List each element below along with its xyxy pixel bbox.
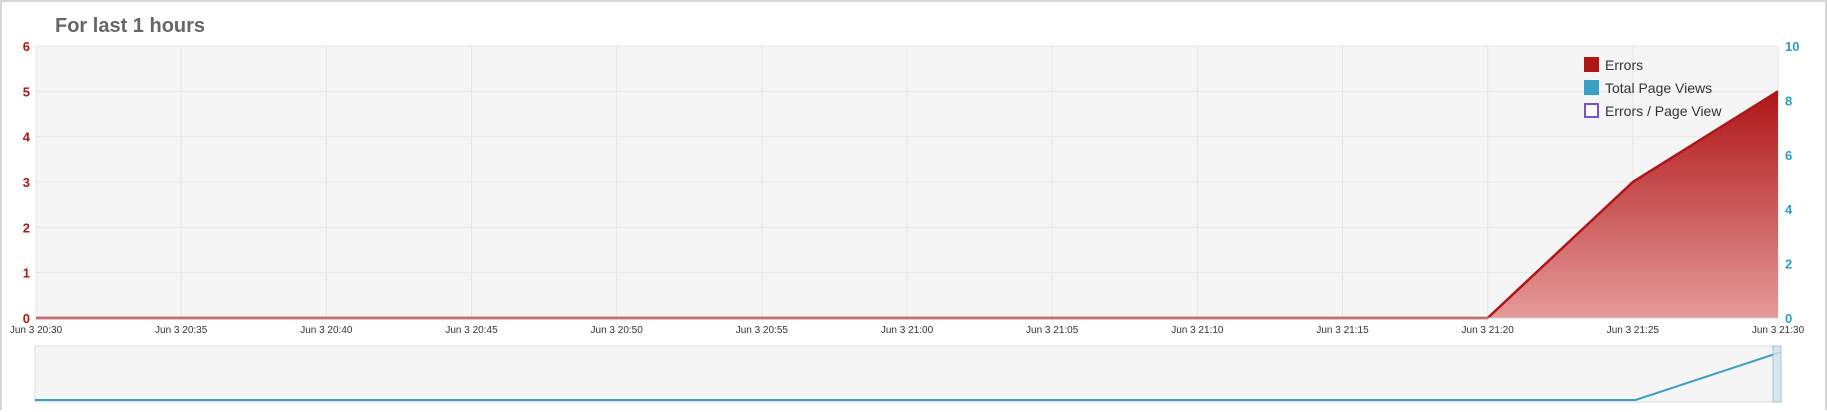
x-tick-label: Jun 3 21:20 bbox=[1462, 325, 1515, 336]
y-right-tick-label: 4 bbox=[1785, 202, 1793, 217]
legend-swatch bbox=[1584, 80, 1599, 95]
y-right-tick-label: 2 bbox=[1785, 257, 1792, 272]
legend-label: Errors / Page View bbox=[1605, 103, 1722, 119]
y-left-tick-label: 6 bbox=[23, 39, 30, 54]
y-left-tick-label: 1 bbox=[23, 266, 30, 281]
y-right-tick-label: 8 bbox=[1785, 93, 1792, 108]
x-tick-label: Jun 3 21:15 bbox=[1316, 325, 1369, 336]
x-tick-label: Jun 3 21:00 bbox=[881, 325, 934, 336]
y-left-tick-label: 2 bbox=[23, 220, 30, 235]
y-right-tick-label: 0 bbox=[1785, 311, 1792, 326]
x-tick-label: Jun 3 20:45 bbox=[445, 325, 498, 336]
legend-swatch bbox=[1584, 57, 1599, 72]
x-tick-label: Jun 3 20:35 bbox=[155, 325, 208, 336]
y-left-tick-label: 4 bbox=[23, 130, 31, 145]
y-right-tick-label: 10 bbox=[1785, 39, 1799, 54]
x-tick-label: Jun 3 20:55 bbox=[736, 325, 789, 336]
x-tick-label: Jun 3 20:30 bbox=[10, 325, 63, 336]
y-left-tick-label: 0 bbox=[23, 311, 30, 326]
legend-swatch bbox=[1584, 103, 1599, 118]
navigator-handle[interactable] bbox=[1772, 345, 1782, 403]
x-tick-label: Jun 3 21:10 bbox=[1171, 325, 1224, 336]
y-left-tick-label: 5 bbox=[23, 84, 30, 99]
x-tick-label: Jun 3 21:05 bbox=[1026, 325, 1079, 336]
x-tick-label: Jun 3 20:50 bbox=[591, 325, 644, 336]
x-tick-label: Jun 3 20:40 bbox=[300, 325, 353, 336]
legend-item[interactable]: Errors / Page View bbox=[1584, 103, 1722, 119]
x-tick-label: Jun 3 21:30 bbox=[1752, 325, 1805, 336]
errors-chart[interactable]: 0 1 2 3 4 5 6 0 2 4 6 8 10 Jun 3 20:30 Jun 3 20:35 Jun … bbox=[0, 0, 1827, 412]
navigator[interactable] bbox=[34, 345, 1782, 403]
legend-label: Errors bbox=[1605, 57, 1643, 73]
navigator-track bbox=[34, 345, 1782, 403]
legend-label: Total Page Views bbox=[1605, 80, 1712, 96]
x-tick-label: Jun 3 21:25 bbox=[1607, 325, 1660, 336]
y-left-tick-label: 3 bbox=[23, 175, 30, 190]
y-right-tick-label: 6 bbox=[1785, 148, 1792, 163]
legend-item[interactable]: Errors bbox=[1584, 57, 1643, 73]
